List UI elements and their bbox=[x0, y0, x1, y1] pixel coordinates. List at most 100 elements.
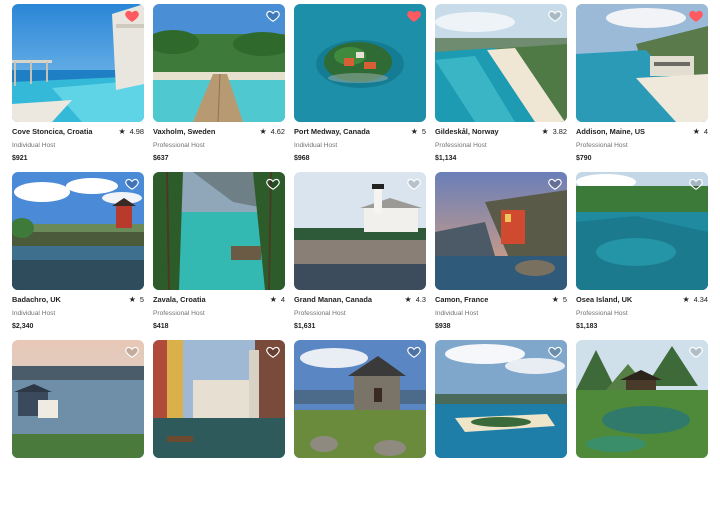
rating-value: 3.82 bbox=[552, 127, 567, 136]
listing-card-1[interactable]: Cove Stoncica, Croatia ★ 4.98 Individual … bbox=[12, 4, 144, 170]
host-type: Professional Host bbox=[294, 310, 346, 317]
listing-location: Gildeskål, Norway bbox=[435, 127, 499, 136]
listing-location: Port Medway, Canada bbox=[294, 127, 370, 136]
listing-location: Cove Stoncica, Croatia bbox=[12, 127, 93, 136]
star-icon: ★ bbox=[259, 127, 267, 136]
listing-card-7[interactable]: Zavala, Croatia ★ 4 Professional Host $41… bbox=[153, 172, 285, 338]
favorite-heart-icon[interactable] bbox=[548, 177, 562, 191]
rating-value: 4.62 bbox=[270, 127, 285, 136]
listing-card-3[interactable]: Port Medway, Canada ★ 5 Individual Host $… bbox=[294, 4, 426, 170]
listing-info: Badachro, UK ★ 5 Individual Host $2,340 bbox=[12, 290, 144, 338]
favorite-heart-icon[interactable] bbox=[407, 9, 421, 23]
listing-card-14[interactable] bbox=[435, 340, 567, 506]
listing-info: Osea Island, UK ★ 4.34 Professional Host … bbox=[576, 290, 708, 338]
listing-info: Zavala, Croatia ★ 4 Professional Host $41… bbox=[153, 290, 285, 338]
host-type: Professional Host bbox=[576, 310, 628, 317]
listing-rating: ★ 4 bbox=[270, 295, 285, 304]
listing-card-5[interactable]: Addison, Maine, US ★ 4 Professional Host … bbox=[576, 4, 708, 170]
listing-photo[interactable] bbox=[153, 340, 285, 458]
star-icon: ★ bbox=[404, 295, 412, 304]
star-icon: ★ bbox=[269, 295, 277, 304]
listing-price: $790 bbox=[576, 155, 592, 162]
favorite-heart-icon[interactable] bbox=[689, 9, 703, 23]
listing-card-6[interactable]: Badachro, UK ★ 5 Individual Host $2,340 bbox=[12, 172, 144, 338]
rating-value: 4.3 bbox=[415, 295, 426, 304]
listing-rating: ★ 5 bbox=[411, 127, 426, 136]
listing-rating: ★ 5 bbox=[129, 295, 144, 304]
favorite-heart-icon[interactable] bbox=[548, 9, 562, 23]
listing-card-12[interactable] bbox=[153, 340, 285, 506]
listing-card-8[interactable]: Grand Manan, Canada ★ 4.3 Professional Ho… bbox=[294, 172, 426, 338]
listing-rating: ★ 4.34 bbox=[682, 295, 708, 304]
rating-value: 4 bbox=[703, 127, 708, 136]
listing-info: Gildeskål, Norway ★ 3.82 Professional Hos… bbox=[435, 122, 567, 170]
listing-photo[interactable] bbox=[576, 340, 708, 458]
favorite-heart-icon[interactable] bbox=[689, 177, 703, 191]
host-type: Professional Host bbox=[576, 142, 628, 149]
host-type: Individual Host bbox=[435, 310, 479, 317]
listing-grid: Cove Stoncica, Croatia ★ 4.98 Individual … bbox=[12, 4, 708, 506]
listing-info: Port Medway, Canada ★ 5 Individual Host $… bbox=[294, 122, 426, 170]
star-icon: ★ bbox=[551, 295, 559, 304]
listing-photo[interactable] bbox=[153, 172, 285, 290]
listing-rating: ★ 4 bbox=[693, 127, 708, 136]
listing-info: Vaxholm, Sweden ★ 4.62 Professional Host … bbox=[153, 122, 285, 170]
listing-photo[interactable] bbox=[294, 4, 426, 122]
host-type: Professional Host bbox=[153, 142, 205, 149]
rating-value: 4.98 bbox=[129, 127, 144, 136]
favorite-heart-icon[interactable] bbox=[266, 177, 280, 191]
rating-value: 5 bbox=[562, 295, 567, 304]
listing-location: Camon, France bbox=[435, 295, 489, 304]
listing-photo[interactable] bbox=[435, 172, 567, 290]
host-type: Individual Host bbox=[294, 142, 338, 149]
rating-value: 4.34 bbox=[693, 295, 708, 304]
listing-location: Addison, Maine, US bbox=[576, 127, 645, 136]
listing-info: Cove Stoncica, Croatia ★ 4.98 Individual … bbox=[12, 122, 144, 170]
listing-photo[interactable] bbox=[294, 172, 426, 290]
listing-photo[interactable] bbox=[12, 4, 144, 122]
listing-rating: ★ 4.98 bbox=[118, 127, 144, 136]
favorite-heart-icon[interactable] bbox=[125, 9, 139, 23]
listing-photo[interactable] bbox=[576, 4, 708, 122]
rating-value: 5 bbox=[139, 295, 144, 304]
favorite-heart-icon[interactable] bbox=[407, 345, 421, 359]
favorite-heart-icon[interactable] bbox=[548, 345, 562, 359]
listing-card-2[interactable]: Vaxholm, Sweden ★ 4.62 Professional Host … bbox=[153, 4, 285, 170]
listing-info: Camon, France ★ 5 Individual Host $938 bbox=[435, 290, 567, 338]
listing-price: $921 bbox=[12, 155, 28, 162]
listing-card-9[interactable]: Camon, France ★ 5 Individual Host $938 bbox=[435, 172, 567, 338]
listing-photo[interactable] bbox=[435, 340, 567, 458]
listing-location: Osea Island, UK bbox=[576, 295, 633, 304]
listing-price: $418 bbox=[153, 323, 169, 330]
listing-photo[interactable] bbox=[435, 4, 567, 122]
listing-card-15[interactable] bbox=[576, 340, 708, 506]
favorite-heart-icon[interactable] bbox=[125, 345, 139, 359]
listing-photo[interactable] bbox=[576, 172, 708, 290]
star-icon: ★ bbox=[682, 295, 690, 304]
listing-price: $637 bbox=[153, 155, 169, 162]
favorite-heart-icon[interactable] bbox=[266, 345, 280, 359]
listing-card-4[interactable]: Gildeskål, Norway ★ 3.82 Professional Hos… bbox=[435, 4, 567, 170]
listing-price: $968 bbox=[294, 155, 310, 162]
listing-info: Grand Manan, Canada ★ 4.3 Professional Ho… bbox=[294, 290, 426, 338]
favorite-heart-icon[interactable] bbox=[407, 177, 421, 191]
listing-rating: ★ 4.3 bbox=[405, 295, 426, 304]
star-icon: ★ bbox=[692, 127, 700, 136]
listing-location: Badachro, UK bbox=[12, 295, 61, 304]
favorite-heart-icon[interactable] bbox=[125, 177, 139, 191]
listing-card-10[interactable]: Osea Island, UK ★ 4.34 Professional Host … bbox=[576, 172, 708, 338]
star-icon: ★ bbox=[128, 295, 136, 304]
rating-value: 5 bbox=[421, 127, 426, 136]
listing-photo[interactable] bbox=[294, 340, 426, 458]
listing-card-11[interactable] bbox=[12, 340, 144, 506]
rating-value: 4 bbox=[280, 295, 285, 304]
host-type: Individual Host bbox=[12, 310, 56, 317]
listing-photo[interactable] bbox=[153, 4, 285, 122]
listing-photo[interactable] bbox=[12, 340, 144, 458]
listing-price: $938 bbox=[435, 323, 451, 330]
favorite-heart-icon[interactable] bbox=[689, 345, 703, 359]
listing-card-13[interactable] bbox=[294, 340, 426, 506]
listing-photo[interactable] bbox=[12, 172, 144, 290]
favorite-heart-icon[interactable] bbox=[266, 9, 280, 23]
listing-location: Grand Manan, Canada bbox=[294, 295, 373, 304]
